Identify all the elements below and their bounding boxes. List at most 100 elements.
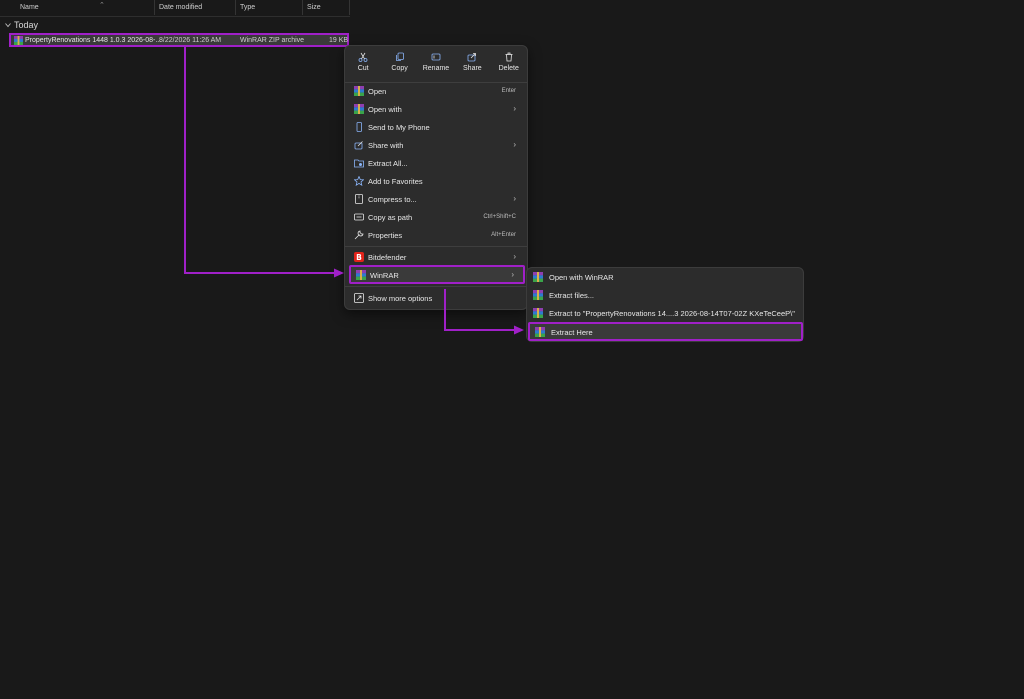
menu-item-compress[interactable]: Compress to... › [349,191,525,208]
submenu-item-extract-files[interactable]: Extract files... [528,287,803,304]
winrar-icon [533,308,543,318]
menu-divider [345,246,527,247]
menu-item-winrar[interactable]: WinRAR › [349,265,525,284]
chevron-right-icon: › [513,252,516,261]
submenu-item-open-with-winrar[interactable]: Open with WinRAR [528,269,803,286]
menu-item-label: Open [368,87,387,96]
file-size: 19 KB [329,37,349,44]
submenu-item-label: Open with WinRAR [549,273,614,282]
share-button[interactable]: Share [455,51,489,81]
winrar-icon [535,327,545,337]
chevron-right-icon: › [513,140,516,149]
column-name[interactable]: Name ⌃ [16,0,155,15]
menu-item-label: Share with [368,141,404,150]
menu-item-share-with[interactable]: Share with › [349,137,525,154]
trash-icon [505,52,513,62]
submenu-item-extract-here[interactable]: Extract Here [528,322,803,341]
menu-item-label: Add to Favorites [368,177,423,186]
compress-icon [355,194,363,204]
winrar-icon [356,270,366,280]
rename-label: Rename [422,65,450,72]
menu-item-label: Open with [368,105,402,114]
column-size-label: Size [307,4,321,11]
copy-label: Copy [391,65,408,72]
menu-item-open-with[interactable]: Open with › [349,101,525,118]
copy-button[interactable]: Copy [383,51,417,81]
menu-item-label: Bitdefender [368,253,407,262]
submenu-item-extract-to-folder[interactable]: Extract to "PropertyRenovations 14....3 … [528,305,803,322]
extract-folder-icon [354,159,364,168]
chevron-down-icon [5,23,11,28]
column-date-label: Date modified [159,4,203,11]
share-label: Share [463,65,482,72]
column-type[interactable]: Type [236,0,303,15]
menu-item-send-to-phone[interactable]: Send to My Phone [349,119,525,136]
file-type: WinRAR ZIP archive [240,37,305,44]
menu-item-label: Send to My Phone [368,123,430,132]
winrar-icon [354,104,364,114]
arrow-head-icon [514,325,524,335]
explorer-window: Name ⌃ Date modified Type Size Today Pro… [0,0,1024,699]
rename-icon [431,53,441,61]
star-icon [354,176,364,186]
menu-item-show-more-options[interactable]: Show more options [349,290,525,307]
menu-item-label: Copy as path [368,213,413,222]
menu-item-shortcut: Enter [501,88,516,94]
submenu-item-label: Extract to "PropertyRenovations 14....3 … [549,309,795,318]
menu-item-label: Compress to... [368,195,417,204]
rename-button[interactable]: Rename [419,51,453,81]
chevron-right-icon: › [513,104,516,113]
chevron-right-icon: › [511,270,514,279]
sort-caret-icon: ⌃ [99,2,105,9]
share-icon [467,53,477,62]
delete-label: Delete [498,65,519,72]
menu-item-add-favorites[interactable]: Add to Favorites [349,173,525,190]
phone-icon [356,122,362,132]
cut-button[interactable]: Cut [346,51,380,81]
menu-item-shortcut: Alt+Enter [491,232,516,238]
group-header-today[interactable]: Today [5,19,38,31]
scissors-icon [358,52,368,62]
file-name: PropertyRenovations 1448 1.0.3 2026-08-.… [25,37,162,44]
menu-divider [345,286,527,287]
menu-item-bitdefender[interactable]: B Bitdefender › [349,249,525,266]
menu-item-extract-all[interactable]: Extract All... [349,155,525,172]
column-size[interactable]: Size [303,0,350,15]
quick-action-bar: Cut Copy Rename Share Delete [345,51,527,81]
winrar-archive-icon [14,36,23,45]
column-header-row: Name ⌃ Date modified Type Size [0,0,350,17]
arrow-head-icon [334,268,344,278]
menu-item-label: WinRAR [370,271,399,280]
menu-item-shortcut: Ctrl+Shift+C [483,214,516,220]
path-icon [354,213,364,221]
winrar-icon [354,86,364,96]
svg-text:B: B [356,253,362,262]
menu-item-label: Extract All... [368,159,408,168]
column-name-label: Name [20,4,39,11]
menu-item-label: Show more options [368,294,433,303]
menu-item-open[interactable]: Open Enter [349,83,525,100]
submenu-item-label: Extract Here [551,328,593,337]
column-type-label: Type [240,4,256,11]
menu-item-properties[interactable]: Properties Alt+Enter [349,227,525,244]
more-options-icon [354,293,364,303]
column-date-modified[interactable]: Date modified [155,0,236,15]
menu-item-label: Properties [368,231,403,240]
wrench-icon [354,230,364,240]
arrow-to-winrar [184,47,337,274]
chevron-right-icon: › [513,194,516,203]
delete-button[interactable]: Delete [492,51,526,81]
winrar-icon [533,272,543,282]
cut-label: Cut [357,65,369,72]
context-menu: Cut Copy Rename Share Delete Open Enter … [344,45,528,310]
share-with-icon [354,141,363,150]
submenu-item-label: Extract files... [549,291,595,300]
winrar-submenu: Open with WinRAR Extract files... Extrac… [526,267,804,342]
group-label: Today [14,20,39,30]
bitdefender-icon: B [354,252,364,262]
copy-icon [395,52,404,61]
menu-item-copy-as-path[interactable]: Copy as path Ctrl+Shift+C [349,209,525,226]
file-row[interactable]: PropertyRenovations 1448 1.0.3 2026-08-.… [9,33,349,47]
winrar-icon [533,290,543,300]
file-date: 8/22/2026 11:26 AM [159,37,222,44]
